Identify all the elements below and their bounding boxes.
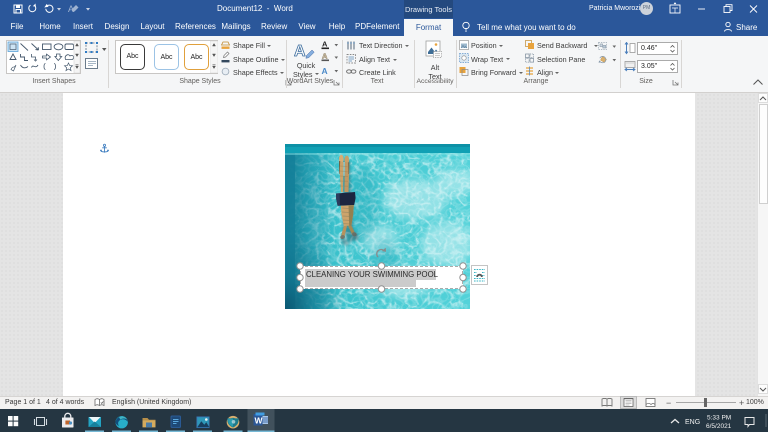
svg-text:A: A: [294, 43, 306, 60]
svg-text:A: A: [322, 52, 328, 61]
svg-text:A: A: [322, 41, 328, 49]
svg-text:6/5/2021: 6/5/2021: [706, 423, 732, 430]
svg-text:W: W: [255, 416, 264, 426]
svg-text:A: A: [322, 66, 328, 76]
svg-text:ENG: ENG: [685, 419, 700, 426]
svg-text:5:33 PM: 5:33 PM: [707, 415, 731, 422]
